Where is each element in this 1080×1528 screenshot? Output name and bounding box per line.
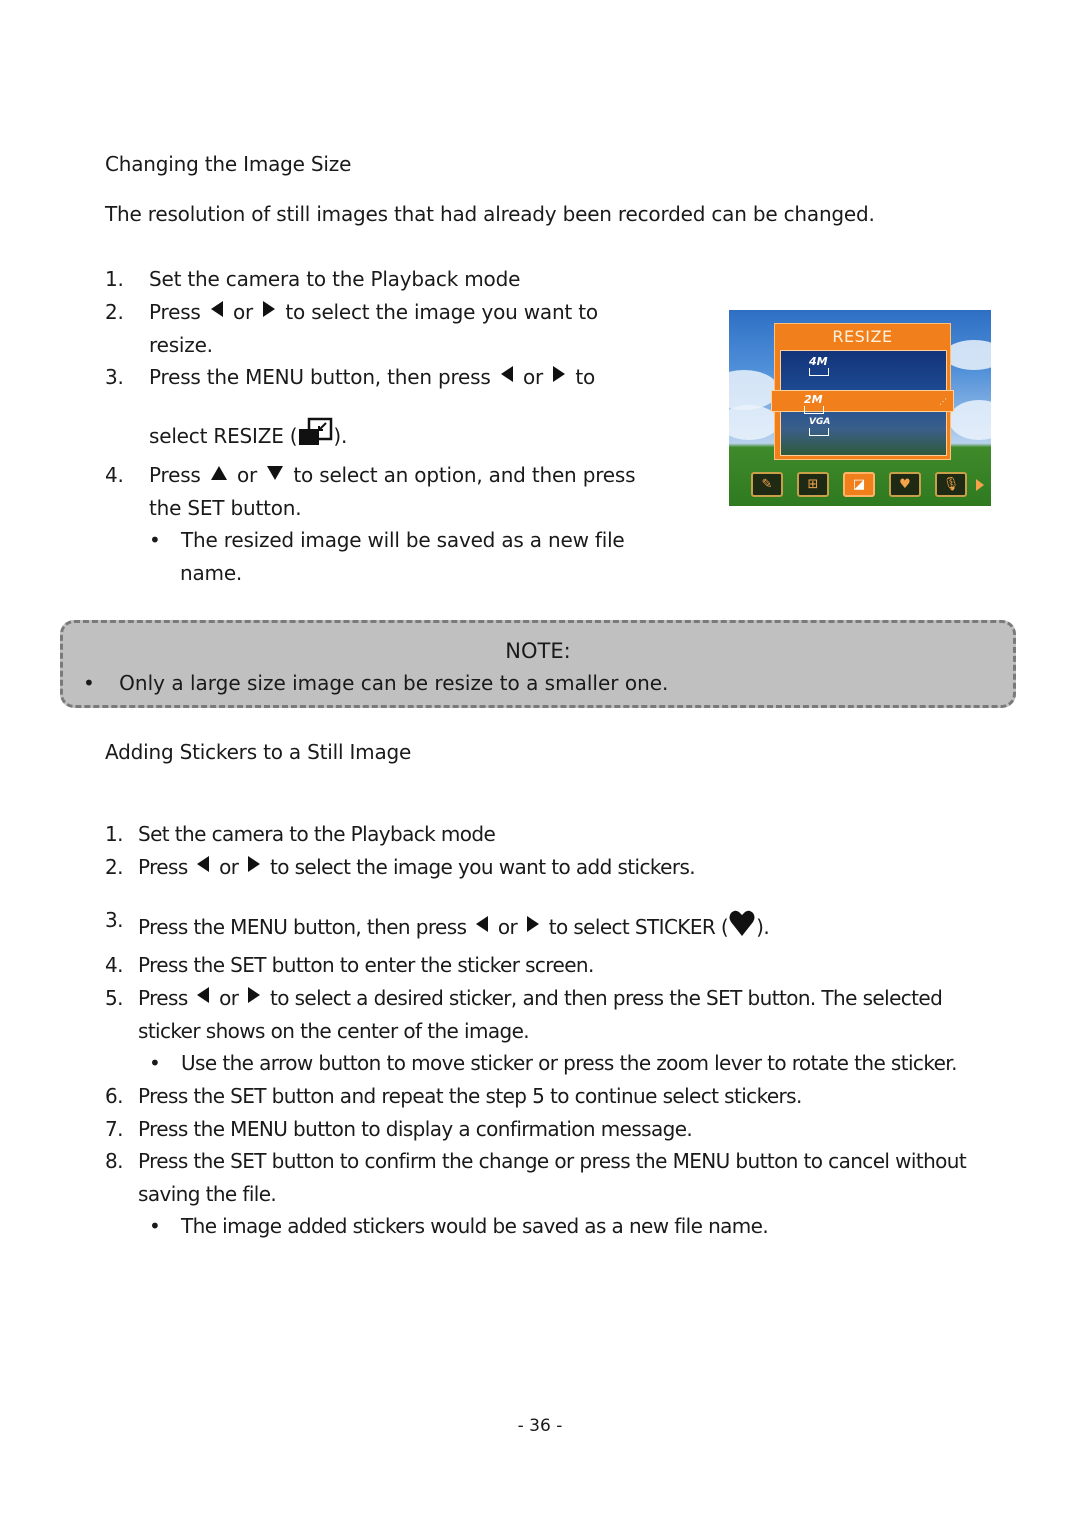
note-title: NOTE: [505, 639, 571, 663]
step-3: 3. Press the MENU button, then press or … [105, 908, 770, 939]
step-3-continued: select RESIZE (). [149, 417, 347, 452]
step-number: 5. [105, 986, 123, 1010]
step-text: Press the MENU button, then press [149, 365, 491, 389]
note-box: NOTE: • Only a large size image can be r… [60, 620, 1016, 708]
bullet-symbol: • [149, 528, 161, 552]
step-text: Press [149, 300, 201, 324]
right-arrow-icon [526, 916, 539, 932]
resize-menu: RESIZE 4M VGA 2M ⋰ [771, 323, 954, 460]
step-number: 6. [105, 1084, 123, 1108]
sticker-heart-icon [728, 908, 756, 943]
step-4: 4. Press the SET button to enter the sti… [105, 953, 594, 977]
step-5: 5. Press or to select a desired sticker,… [105, 986, 943, 1010]
left-arrow-icon [476, 916, 489, 932]
step-4: 4. Press or to select an option, and the… [105, 463, 636, 487]
bullet-symbol: • [83, 671, 95, 695]
left-arrow-icon [210, 301, 223, 317]
more-arrow-icon[interactable] [976, 479, 984, 491]
section-heading-stickers: Adding Stickers to a Still Image [105, 740, 412, 764]
down-arrow-icon [267, 466, 284, 480]
step-2: 2. Press or to select the image you want… [105, 300, 598, 324]
step-text: Press [149, 463, 201, 487]
step-number: 3. [105, 908, 123, 932]
step-4-continued: the SET button. [149, 496, 302, 520]
bullet-item: • Use the arrow button to move sticker o… [149, 1051, 957, 1075]
option-vga[interactable]: VGA [809, 417, 830, 436]
size-bracket-icon [809, 428, 829, 436]
step-8: 8. Press the SET button to confirm the c… [105, 1149, 967, 1173]
step-5-continued: sticker shows on the center of the image… [138, 1019, 530, 1043]
step-number: 1. [105, 267, 124, 291]
step-1: 1. Set the camera to the Playback mode [105, 267, 520, 291]
section-heading-image-size: Changing the Image Size [105, 152, 352, 176]
step-1: 1. Set the camera to the Playback mode [105, 822, 496, 846]
right-arrow-icon [248, 987, 261, 1003]
size-bracket-icon [809, 368, 829, 376]
step-8-continued: saving the file. [138, 1182, 277, 1206]
rotate-icon[interactable]: ⊞ [797, 472, 829, 497]
step-text: Set the camera to the Playback mode [149, 267, 521, 291]
page-number: - 36 - [517, 1416, 563, 1436]
bullet-item: • The image added stickers would be save… [149, 1214, 769, 1238]
left-arrow-icon [197, 856, 210, 872]
left-arrow-icon [197, 987, 210, 1003]
dots-icon: ⋰ [939, 397, 947, 406]
step-number: 3. [105, 365, 124, 389]
bullet-item: • The resized image will be saved as a n… [149, 528, 625, 552]
effect-icon[interactable]: ✎ [751, 472, 783, 497]
step-2: 2. Press or to select the image you want… [105, 855, 696, 879]
menu-icon-bar: ✎ ⊞ ◪ ♥ 🎙 [751, 472, 991, 498]
right-arrow-icon [248, 856, 261, 872]
step-number: 4. [105, 463, 124, 487]
voice-memo-icon[interactable]: 🎙 [935, 472, 967, 497]
step-3: 3. Press the MENU button, then press or … [105, 365, 596, 389]
camera-screen-resize-menu: RESIZE 4M VGA 2M ⋰ ✎ ⊞ ◪ ♥ 🎙 [729, 310, 991, 506]
step-6: 6. Press the SET button and repeat the s… [105, 1084, 802, 1108]
step-number: 2. [105, 300, 124, 324]
right-arrow-icon [553, 366, 566, 382]
step-7: 7. Press the MENU button to display a co… [105, 1117, 693, 1141]
sticker-icon[interactable]: ♥ [889, 472, 921, 497]
option-4m[interactable]: 4M [809, 355, 829, 376]
step-number: 8. [105, 1149, 123, 1173]
option-2m-selected[interactable]: 2M ⋰ [771, 390, 954, 414]
step-number: 4. [105, 953, 123, 977]
right-arrow-icon [263, 301, 276, 317]
bullet-symbol: • [149, 1214, 161, 1238]
step-number: 2. [105, 855, 123, 879]
cloud [949, 400, 991, 440]
menu-title: RESIZE [832, 327, 893, 346]
note-text: • Only a large size image can be resize … [83, 671, 669, 695]
step-number: 1. [105, 822, 123, 846]
left-arrow-icon [500, 366, 513, 382]
step-number: 7. [105, 1117, 123, 1141]
resize-icon [297, 417, 333, 452]
up-arrow-icon [210, 466, 227, 480]
resize-icon[interactable]: ◪ [843, 472, 875, 497]
step-2-continued: resize. [149, 333, 213, 357]
bullet-item-continued: name. [180, 561, 243, 585]
bullet-symbol: • [149, 1051, 161, 1075]
cloud [944, 340, 991, 370]
section-intro: The resolution of still images that had … [105, 202, 875, 226]
size-bracket-icon [804, 406, 824, 414]
